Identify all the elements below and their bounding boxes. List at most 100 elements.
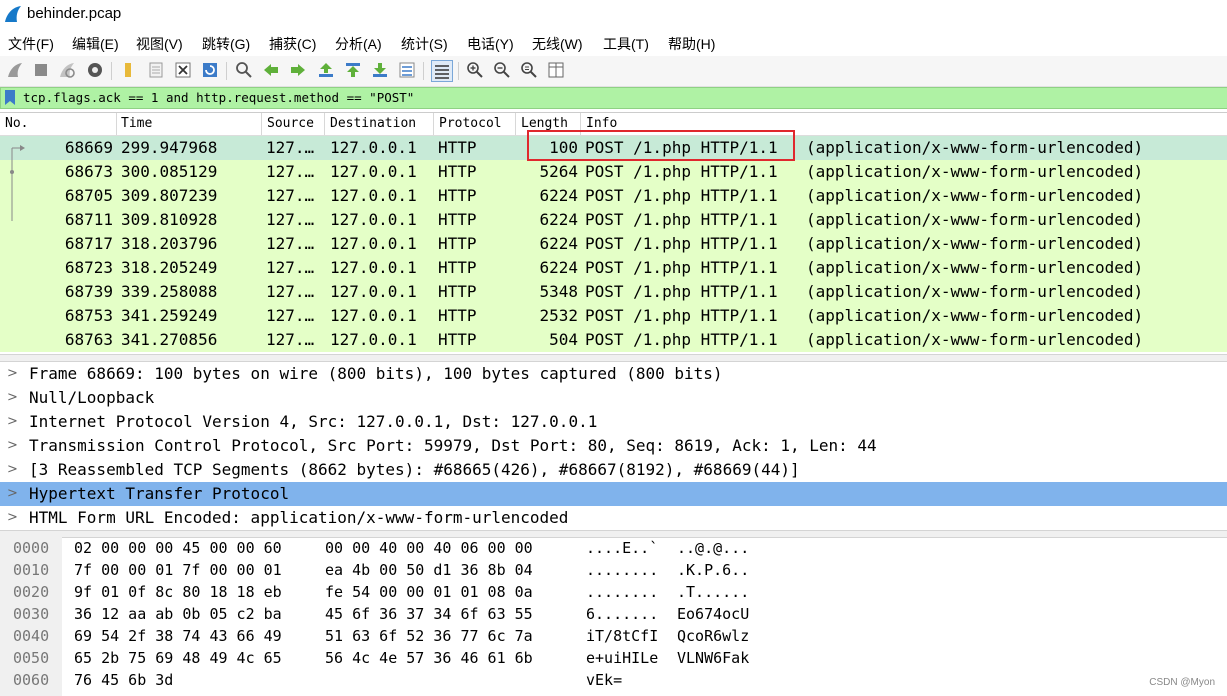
menu-wireless[interactable]: 无线(W): [532, 34, 583, 54]
packet-row[interactable]: 68711 309.810928 127.… 127.0.0.1 HTTP 6224 POS…: [0, 208, 1227, 232]
go-forward-icon[interactable]: [288, 60, 308, 80]
display-filter-bar[interactable]: tcp.flags.ack == 1 and http.request.meth…: [0, 87, 1227, 109]
hex-bytes[interactable]: 00 00 40 00 40 06 00 00: [325, 539, 533, 557]
chevron-right-icon[interactable]: >: [7, 462, 18, 477]
autoscroll-icon[interactable]: [397, 60, 417, 80]
resize-columns-icon[interactable]: [546, 60, 566, 80]
hex-bytes[interactable]: ea 4b 00 50 d1 36 8b 04: [325, 561, 533, 579]
chevron-right-icon[interactable]: >: [7, 366, 18, 381]
menu-file[interactable]: 文件(F): [8, 34, 54, 54]
hex-bytes[interactable]: 9f 01 0f 8c 80 18 18 eb: [74, 583, 282, 601]
column-header-time[interactable]: Time: [121, 116, 152, 131]
packet-row[interactable]: 68705 309.807239 127.… 127.0.0.1 HTTP 6224 POS…: [0, 184, 1227, 208]
packet-row[interactable]: 68763 341.270856 127.… 127.0.0.1 HTTP 504 POST…: [0, 328, 1227, 352]
hex-ascii[interactable]: VLNW6Fak: [677, 649, 749, 667]
chevron-right-icon[interactable]: >: [7, 510, 18, 525]
detail-row-tcp[interactable]: > Transmission Control Protocol, Src Port…: [0, 434, 1227, 458]
column-header-source[interactable]: Source: [267, 116, 314, 131]
start-capture-icon[interactable]: [5, 60, 25, 80]
hex-ascii[interactable]: vEk=: [586, 671, 622, 689]
column-header-length[interactable]: Length: [521, 116, 568, 131]
hex-bytes[interactable]: 69 54 2f 38 74 43 66 49: [74, 627, 282, 645]
hex-bytes[interactable]: 56 4c 4e 57 36 46 61 6b: [325, 649, 533, 667]
hex-ascii[interactable]: .T......: [677, 583, 749, 601]
open-file-icon[interactable]: [118, 60, 138, 80]
packet-row[interactable]: 68717 318.203796 127.… 127.0.0.1 HTTP 6224 POS…: [0, 232, 1227, 256]
zoom-reset-icon[interactable]: [519, 60, 539, 80]
menu-tools[interactable]: 工具(T): [603, 34, 649, 54]
detail-row-ip[interactable]: > Internet Protocol Version 4, Src: 127.0…: [0, 410, 1227, 434]
chevron-right-icon[interactable]: >: [7, 486, 18, 501]
menu-go[interactable]: 跳转(G): [202, 34, 250, 54]
go-back-icon[interactable]: [261, 60, 281, 80]
close-file-icon[interactable]: [173, 60, 193, 80]
detail-row-form[interactable]: > HTML Form URL Encoded: application/x-ww…: [0, 506, 1227, 530]
bookmark-icon[interactable]: [5, 90, 15, 105]
detail-row-reassembled[interactable]: > [3 Reassembled TCP Segments (8662 bytes…: [0, 458, 1227, 482]
hex-bytes[interactable]: 45 6f 36 37 34 6f 63 55: [325, 605, 533, 623]
hex-bytes[interactable]: 36 12 aa ab 0b 05 c2 ba: [74, 605, 282, 623]
packet-row[interactable]: 68673 300.085129 127.… 127.0.0.1 HTTP 5264 POS…: [0, 160, 1227, 184]
hex-ascii[interactable]: ........: [586, 561, 658, 579]
find-packet-icon[interactable]: [234, 60, 254, 80]
window-title: behinder.pcap: [27, 5, 122, 22]
packet-row[interactable]: 68723 318.205249 127.… 127.0.0.1 HTTP 6224 POS…: [0, 256, 1227, 280]
hex-ascii[interactable]: 6.......: [586, 605, 658, 623]
chevron-right-icon[interactable]: >: [7, 414, 18, 429]
hex-ascii[interactable]: QcoR6wlz: [677, 627, 749, 645]
hex-ascii[interactable]: ....E..`: [586, 539, 658, 557]
hex-ascii[interactable]: e+uiHILe: [586, 649, 658, 667]
cell-destination: 127.0.0.1: [330, 138, 417, 157]
go-to-packet-icon[interactable]: [316, 60, 336, 80]
menu-help[interactable]: 帮助(H): [668, 34, 715, 54]
restart-capture-icon[interactable]: [57, 60, 77, 80]
column-header-destination[interactable]: Destination: [330, 116, 416, 131]
cell-info: POST /1.php HTTP/1.1: [585, 330, 778, 349]
hex-offset: 0050: [13, 649, 50, 667]
menu-view[interactable]: 视图(V): [136, 34, 183, 54]
reload-file-icon[interactable]: [200, 60, 220, 80]
hex-bytes[interactable]: 7f 00 00 01 7f 00 00 01: [74, 561, 282, 579]
packet-row[interactable]: 68739 339.258088 127.… 127.0.0.1 HTTP 5348 POS…: [0, 280, 1227, 304]
cell-info-extra: (application/x-www-form-urlencoded): [806, 138, 1144, 157]
column-header-info[interactable]: Info: [586, 116, 617, 131]
detail-row-http[interactable]: > Hypertext Transfer Protocol: [0, 482, 1227, 506]
chevron-right-icon[interactable]: >: [7, 438, 18, 453]
hex-ascii[interactable]: ..@.@...: [677, 539, 749, 557]
hex-ascii[interactable]: iT/8tCfI: [586, 627, 658, 645]
save-file-icon[interactable]: [146, 60, 166, 80]
chevron-right-icon[interactable]: >: [7, 390, 18, 405]
menu-analyze[interactable]: 分析(A): [335, 34, 382, 54]
hex-bytes[interactable]: fe 54 00 00 01 01 08 0a: [325, 583, 533, 601]
hex-ascii[interactable]: ........: [586, 583, 658, 601]
menu-edit[interactable]: 编辑(E): [72, 34, 119, 54]
hex-ascii[interactable]: .K.P.6..: [677, 561, 749, 579]
first-packet-icon[interactable]: [343, 60, 363, 80]
last-packet-icon[interactable]: [370, 60, 390, 80]
detail-row-loopback[interactable]: > Null/Loopback: [0, 386, 1227, 410]
stop-capture-icon[interactable]: [31, 60, 51, 80]
hex-bytes[interactable]: 02 00 00 00 45 00 00 60: [74, 539, 282, 557]
packet-row[interactable]: 68753 341.259249 127.… 127.0.0.1 HTTP 2532 POS…: [0, 304, 1227, 328]
display-filter-input[interactable]: tcp.flags.ack == 1 and http.request.meth…: [23, 90, 414, 105]
menu-capture[interactable]: 捕获(C): [269, 34, 316, 54]
toolbar-separator: [458, 62, 459, 80]
pane-splitter[interactable]: [0, 354, 1227, 362]
column-header-protocol[interactable]: Protocol: [439, 116, 502, 131]
detail-row-frame[interactable]: > Frame 68669: 100 bytes on wire (800 bit…: [0, 362, 1227, 386]
hex-bytes[interactable]: 51 63 6f 52 36 77 6c 7a: [325, 627, 533, 645]
colorize-icon[interactable]: [431, 60, 453, 82]
hex-bytes[interactable]: 76 45 6b 3d: [74, 671, 173, 689]
menu-statistics[interactable]: 统计(S): [401, 34, 448, 54]
cell-time: 299.947968: [121, 138, 218, 157]
menu-telephony[interactable]: 电话(Y): [467, 34, 514, 54]
zoom-out-icon[interactable]: [492, 60, 512, 80]
hex-ascii[interactable]: Eo674ocU: [677, 605, 749, 623]
hex-offset: 0020: [13, 583, 50, 601]
hex-offset: 0000: [13, 539, 50, 557]
cell-source: 127.…: [266, 210, 315, 229]
capture-options-icon[interactable]: [85, 60, 105, 80]
zoom-in-icon[interactable]: [465, 60, 485, 80]
hex-bytes[interactable]: 65 2b 75 69 48 49 4c 65: [74, 649, 282, 667]
column-header-no[interactable]: No.: [5, 116, 28, 131]
